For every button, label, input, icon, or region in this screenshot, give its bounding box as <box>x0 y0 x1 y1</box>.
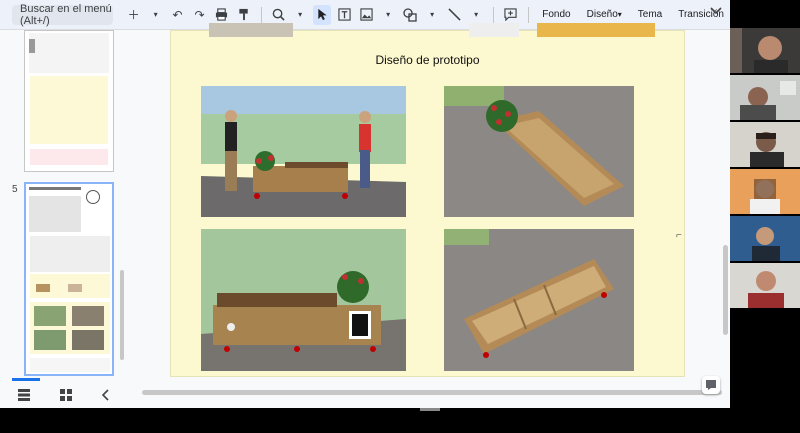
toolbar-divider <box>527 6 529 23</box>
toolbar-divider <box>493 6 494 23</box>
participant-video-tile[interactable] <box>730 169 800 214</box>
current-slide[interactable]: Diseño de prototipo <box>170 23 685 377</box>
shape-icon[interactable] <box>401 5 419 25</box>
top-image-strip <box>537 23 655 37</box>
layout-button[interactable]: Diseño▾ <box>581 9 628 20</box>
video-participants-panel <box>730 28 800 310</box>
image-dropdown-icon[interactable]: ▾ <box>379 5 397 25</box>
grid-view-icon[interactable] <box>60 388 72 404</box>
mouse-cursor-icon: ⌐ <box>676 230 682 241</box>
layout-dropdown-icon: ▾ <box>617 10 622 19</box>
collapse-menus-icon[interactable] <box>710 6 722 18</box>
print-icon[interactable] <box>213 5 231 25</box>
shape-dropdown-icon[interactable]: ▾ <box>423 5 441 25</box>
zoom-dropdown-icon[interactable]: ▾ <box>291 5 309 25</box>
participant-video-tile[interactable] <box>730 263 800 308</box>
line-icon[interactable] <box>445 5 463 25</box>
image-icon[interactable] <box>357 5 375 25</box>
layout-label: Diseño <box>586 9 618 20</box>
top-image-strip <box>209 23 293 37</box>
line-dropdown-icon[interactable]: ▾ <box>467 5 485 25</box>
text-box-icon[interactable] <box>335 5 353 25</box>
slide-thumbnail-5[interactable] <box>24 182 114 376</box>
top-image-strip <box>469 23 519 37</box>
slide-canvas: Diseño de prototipo ⌐ <box>130 23 730 384</box>
canvas-horizontal-scrollbar-track <box>130 384 730 408</box>
participant-video-tile[interactable] <box>730 216 800 261</box>
paint-format-icon[interactable] <box>235 5 253 25</box>
menu-search-input[interactable]: Buscar en el menú (Alt+/) <box>12 3 113 27</box>
add-comment-icon[interactable] <box>502 5 520 25</box>
prototype-render-long-side <box>201 229 406 371</box>
zoom-icon[interactable] <box>269 5 287 25</box>
redo-icon[interactable]: ↷ <box>191 5 209 25</box>
chevron-left-icon[interactable] <box>101 388 110 404</box>
participant-video-tile[interactable] <box>730 28 800 73</box>
toolbar-divider <box>260 6 262 23</box>
filmstrip-underline <box>12 378 40 381</box>
theme-button[interactable]: Tema <box>632 9 668 20</box>
slide-thumbnail-4[interactable] <box>24 30 114 172</box>
chevron-down-icon[interactable]: ▾ <box>147 5 165 25</box>
vertical-scrollbar[interactable] <box>723 245 728 335</box>
horizontal-scrollbar[interactable] <box>142 390 722 395</box>
explore-icon[interactable] <box>702 376 720 394</box>
bottom-handle[interactable] <box>420 408 440 411</box>
participant-video-tile[interactable] <box>730 122 800 167</box>
background-button[interactable]: Fondo <box>536 9 576 20</box>
slide-number: 5 <box>12 184 18 195</box>
list-view-icon[interactable] <box>18 388 30 404</box>
prototype-render-interior <box>444 229 634 371</box>
participant-video-tile[interactable] <box>730 75 800 120</box>
prototype-render-top-angled <box>444 86 634 217</box>
select-cursor-icon[interactable] <box>313 4 332 25</box>
slide-title: Diseño de prototipo <box>375 53 480 67</box>
presentation-bottom-bar <box>0 408 800 433</box>
slides-editor: Buscar en el menú (Alt+/) ＋ ▾ ↶ ↷ ▾ ▾ ▾ <box>0 0 730 408</box>
prototype-render-front <box>201 86 406 217</box>
slide-filmstrip: 5 <box>0 30 130 384</box>
filmstrip-scrollbar[interactable] <box>120 270 124 360</box>
undo-icon[interactable]: ↶ <box>169 5 187 25</box>
add-icon[interactable]: ＋ <box>125 5 143 25</box>
filmstrip-controls <box>0 384 130 408</box>
